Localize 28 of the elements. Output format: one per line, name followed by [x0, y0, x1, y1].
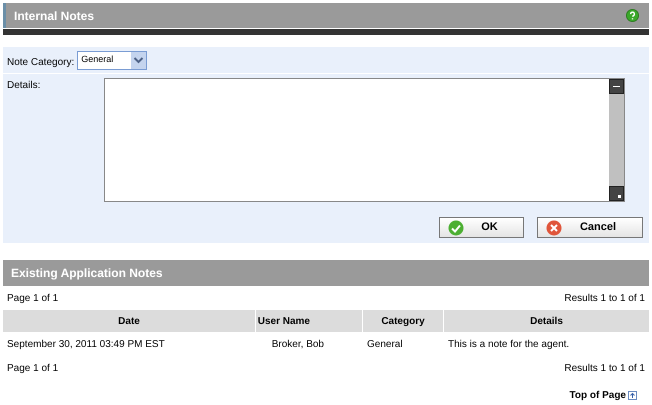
chevron-down-icon [131, 52, 146, 68]
results-count: Results 1 to 1 of 1 [564, 362, 645, 376]
close-icon [546, 220, 562, 236]
table-cell-text: This is a note for the agent. [447, 338, 570, 352]
page-indicator: Page 1 of 1 [7, 362, 58, 376]
cancel-button[interactable]: Cancel [537, 217, 643, 238]
scrollbar[interactable] [609, 79, 624, 201]
column-header: Details [444, 310, 649, 332]
column-header: Category [363, 310, 443, 332]
help-icon[interactable] [626, 9, 639, 22]
column-header: User Name [256, 310, 362, 332]
check-icon [448, 220, 464, 236]
category-dropdown[interactable]: General [77, 50, 148, 70]
ok-button[interactable]: OK [439, 217, 524, 238]
table-cell-text: Broker, Bob [270, 338, 325, 352]
section-title: Existing Application Notes [11, 265, 163, 282]
field-label: Note Category: [7, 56, 74, 70]
scroll-up-icon[interactable] [609, 79, 624, 94]
page-indicator: Page 1 of 1 [7, 292, 58, 306]
table-cell-text: September 30, 2011 03:49 PM EST [6, 338, 166, 352]
page-title: Internal Notes [14, 8, 94, 24]
results-count: Results 1 to 1 of 1 [564, 292, 645, 306]
top-of-page-link[interactable]: Top of Page [570, 388, 637, 403]
column-header: Date [3, 310, 255, 332]
arrow-up-icon [628, 391, 637, 400]
field-label: Details: [7, 79, 42, 93]
scroll-down-icon[interactable] [609, 186, 624, 201]
table-cell-text: General [366, 338, 404, 352]
